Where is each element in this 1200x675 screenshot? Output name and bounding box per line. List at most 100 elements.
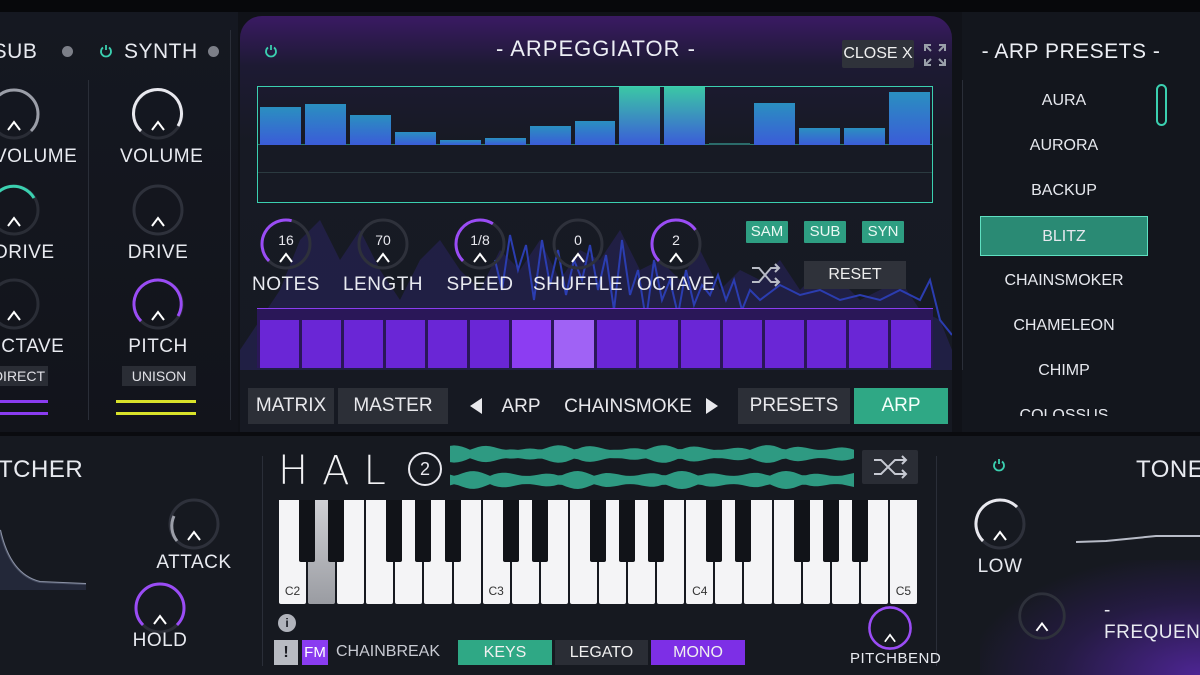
black-key[interactable] — [619, 500, 636, 562]
black-key[interactable] — [386, 500, 403, 562]
piano-keyboard[interactable]: C2 C3 C4 C5 — [278, 500, 918, 604]
sequencer-step[interactable] — [470, 320, 510, 368]
sub-drive-knob[interactable] — [0, 182, 42, 238]
velocity-bars[interactable] — [258, 87, 932, 145]
prev-preset-arrow-icon[interactable] — [470, 398, 482, 414]
frequency-knob[interactable] — [1016, 590, 1068, 642]
velocity-bar[interactable] — [439, 140, 481, 145]
hold-label: HOLD — [132, 630, 188, 651]
fm-button[interactable]: FM — [302, 640, 328, 665]
reset-button[interactable]: RESET — [804, 261, 906, 289]
pitchbend-knob[interactable] — [866, 604, 914, 652]
sub-mode-badge[interactable]: DIRECT — [0, 366, 48, 386]
black-key[interactable] — [706, 500, 723, 562]
tone-curve — [1076, 535, 1200, 543]
sequencer-step[interactable] — [428, 320, 468, 368]
velocity-bar[interactable] — [394, 132, 436, 145]
sequencer-step[interactable] — [638, 320, 678, 368]
sequencer-step[interactable] — [722, 320, 762, 368]
keys-mode-button[interactable]: KEYS — [458, 640, 552, 665]
info-icon[interactable]: i — [278, 614, 296, 632]
sub-led[interactable] — [62, 46, 73, 57]
synth-level-line — [116, 412, 196, 415]
sam-toggle[interactable]: SAM — [746, 221, 788, 243]
synth-volume-knob[interactable] — [130, 86, 186, 142]
velocity-bar[interactable] — [799, 127, 841, 145]
top-strip — [0, 0, 1200, 12]
black-key[interactable] — [531, 500, 548, 562]
sub-volume-knob[interactable] — [0, 86, 42, 142]
black-key[interactable] — [299, 500, 316, 562]
velocity-bar[interactable] — [664, 87, 706, 145]
black-key[interactable] — [415, 500, 432, 562]
random-button[interactable] — [862, 450, 918, 484]
key-octave-label: C3 — [488, 584, 504, 598]
master-eq-tab[interactable]: MASTER EQ — [338, 388, 448, 452]
velocity-bar[interactable] — [754, 103, 796, 145]
arp-tab-active[interactable]: ARP — [854, 388, 948, 424]
velocity-bar[interactable] — [260, 107, 301, 145]
black-key[interactable] — [735, 500, 752, 562]
sequencer-step[interactable] — [385, 320, 425, 368]
sequencer-step[interactable] — [807, 320, 847, 368]
white-key[interactable]: C5 — [889, 500, 917, 604]
sequencer-step[interactable] — [765, 320, 805, 368]
velocity-bar[interactable] — [349, 114, 391, 145]
sub-octave-knob[interactable] — [0, 276, 42, 332]
synth-power-icon[interactable] — [99, 44, 113, 58]
sub-toggle[interactable]: SUB — [804, 221, 846, 243]
next-preset-arrow-icon[interactable] — [706, 398, 718, 414]
velocity-bar[interactable] — [844, 127, 886, 145]
sequencer-step[interactable] — [259, 320, 299, 368]
tone-title: TONE — [1136, 456, 1200, 483]
matrix-tab[interactable]: MATRIX — [248, 388, 334, 424]
synth-mode-badge[interactable]: UNISON — [122, 366, 196, 386]
low-knob[interactable] — [972, 496, 1028, 552]
sequencer-step[interactable] — [891, 320, 931, 368]
black-key[interactable] — [444, 500, 461, 562]
current-preset-name: CHAINBREAK — [336, 643, 441, 660]
sequencer-step[interactable] — [596, 320, 636, 368]
preset-scrollbar[interactable] — [1156, 84, 1167, 126]
tone-power-icon[interactable] — [992, 458, 1006, 472]
sequencer-step[interactable] — [849, 320, 889, 368]
legato-mode-button[interactable]: LEGATO — [555, 640, 648, 665]
synth-drive-knob[interactable] — [130, 182, 186, 238]
current-arp-preset[interactable]: CHAINSMOKE — [558, 396, 698, 418]
velocity-bar[interactable] — [619, 87, 661, 145]
sequencer-step[interactable] — [343, 320, 383, 368]
warning-button[interactable]: ! — [274, 640, 298, 665]
syn-toggle[interactable]: SYN — [862, 221, 904, 243]
black-key[interactable] — [822, 500, 839, 562]
sequencer-step[interactable] — [554, 320, 594, 368]
mono-mode-button[interactable]: MONO — [651, 640, 745, 665]
velocity-bar[interactable] — [484, 138, 526, 145]
synth-pitch-knob[interactable] — [130, 276, 186, 332]
shuffle-icon[interactable] — [750, 262, 782, 288]
arp-knob-label: SHUFFLE — [532, 274, 624, 295]
hold-knob[interactable] — [132, 580, 188, 636]
attack-label: ATTACK — [156, 552, 232, 573]
expand-icon[interactable] — [922, 42, 948, 68]
close-button[interactable]: CLOSE X — [842, 40, 914, 68]
velocity-bar[interactable] — [574, 120, 616, 145]
velocity-bar[interactable] — [529, 126, 571, 145]
velocity-bar[interactable] — [709, 143, 751, 145]
black-key[interactable] — [851, 500, 868, 562]
sequencer-step[interactable] — [512, 320, 552, 368]
black-key[interactable] — [793, 500, 810, 562]
output-waveform — [450, 445, 854, 489]
sequencer-step[interactable] — [680, 320, 720, 368]
synth-led[interactable] — [208, 46, 219, 57]
velocity-bar[interactable] — [889, 91, 930, 145]
black-key[interactable] — [328, 500, 345, 562]
synth-label: SYNTH — [124, 40, 198, 63]
velocity-bar[interactable] — [304, 104, 346, 145]
sequencer-step[interactable] — [301, 320, 341, 368]
black-key[interactable] — [648, 500, 665, 562]
low-label: LOW — [977, 556, 1023, 577]
presets-tab[interactable]: PRESETS — [738, 388, 850, 424]
black-key[interactable] — [502, 500, 519, 562]
attack-knob[interactable] — [166, 496, 222, 552]
black-key[interactable] — [590, 500, 606, 562]
